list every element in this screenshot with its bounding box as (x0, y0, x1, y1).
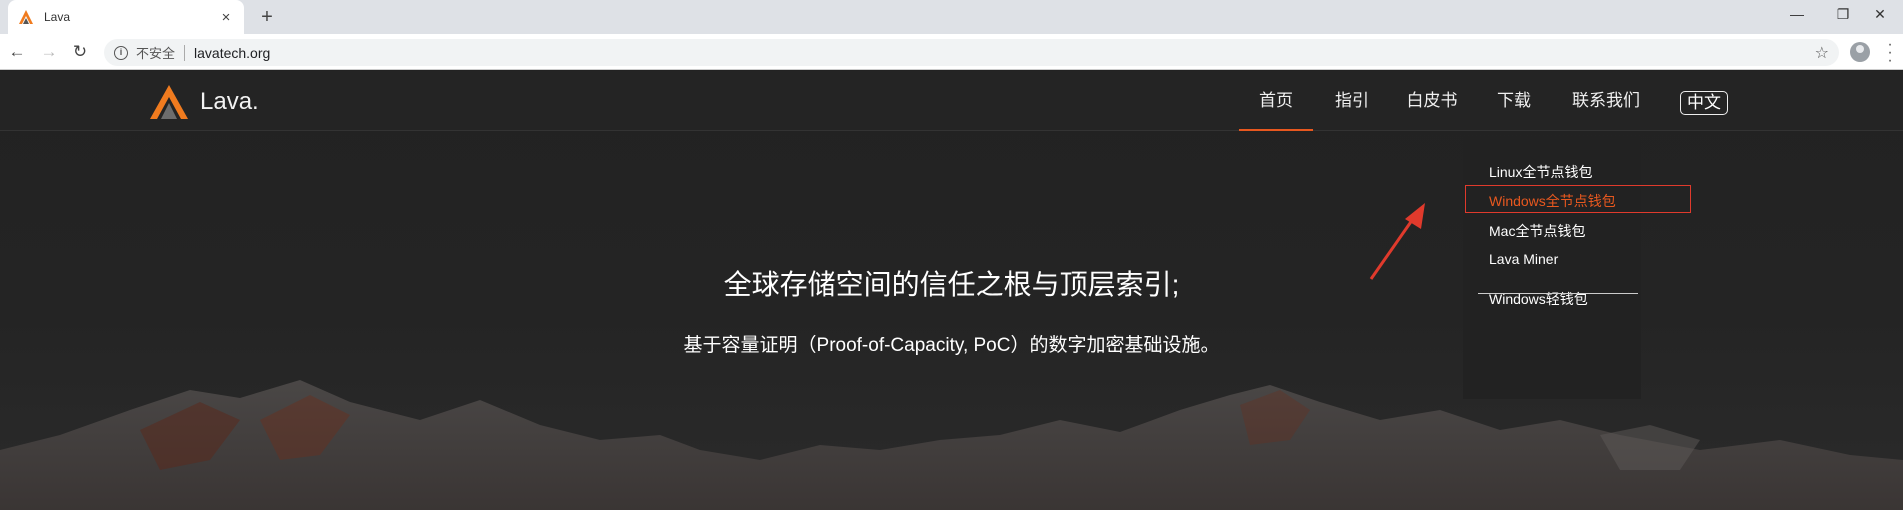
new-tab-button[interactable]: + (255, 5, 279, 29)
language-switch-button[interactable]: 中文 (1680, 91, 1728, 115)
annotation-highlight-box (1465, 185, 1691, 213)
nav-download[interactable]: 下载 (1494, 71, 1534, 131)
site-header: Lava. 首页 指引 白皮书 下载 联系我们 中文 (0, 71, 1903, 131)
profile-avatar-icon[interactable] (1850, 42, 1870, 62)
address-bar[interactable]: i 不安全 lavatech.org ☆ (104, 39, 1839, 66)
insecure-label[interactable]: 不安全 (136, 43, 175, 62)
site-logo[interactable]: Lava. (150, 85, 259, 119)
lava-favicon-icon (19, 10, 33, 24)
nav-guide[interactable]: 指引 (1332, 71, 1372, 131)
info-icon[interactable]: i (114, 45, 128, 60)
tab-title: Lava (44, 10, 71, 24)
browser-tab-strip: Lava × + — ❐ ✕ (0, 0, 1903, 34)
browser-menu-icon[interactable]: · · · (1886, 37, 1894, 69)
menu-item-linux-wallet[interactable]: Linux全节点钱包 (1489, 162, 1592, 182)
nav-home[interactable]: 首页 (1239, 71, 1313, 131)
forward-icon[interactable]: → (37, 40, 61, 64)
close-window-button[interactable]: ✕ (1857, 0, 1903, 30)
tab-close-icon[interactable]: × (218, 9, 234, 26)
nav-contact[interactable]: 联系我们 (1570, 71, 1642, 131)
lava-logo-icon (150, 85, 188, 119)
reload-icon[interactable]: ↻ (68, 40, 92, 64)
minimize-button[interactable]: — (1774, 0, 1820, 30)
url-text[interactable]: lavatech.org (194, 45, 270, 61)
back-icon[interactable]: ← (5, 40, 29, 64)
web-page: Lava. 首页 指引 白皮书 下载 联系我们 中文 Linux全节点钱包 Wi… (0, 71, 1903, 510)
hero-title: 全球存储空间的信任之根与顶层索引; (723, 269, 1180, 300)
browser-tab[interactable]: Lava × (8, 0, 244, 34)
nav-whitepaper[interactable]: 白皮书 (1404, 71, 1460, 131)
menu-item-mac-wallet[interactable]: Mac全节点钱包 (1489, 221, 1585, 241)
browser-toolbar: ← → ↻ i 不安全 lavatech.org ☆ · · · (0, 34, 1903, 70)
bookmark-star-icon[interactable]: ☆ (1815, 43, 1829, 63)
omnibox-separator (184, 44, 186, 61)
hero-subtitle: 基于容量证明（Proof-of-Capacity, PoC）的数字加密基础设施。 (683, 335, 1220, 356)
logo-text: Lava. (200, 88, 259, 115)
